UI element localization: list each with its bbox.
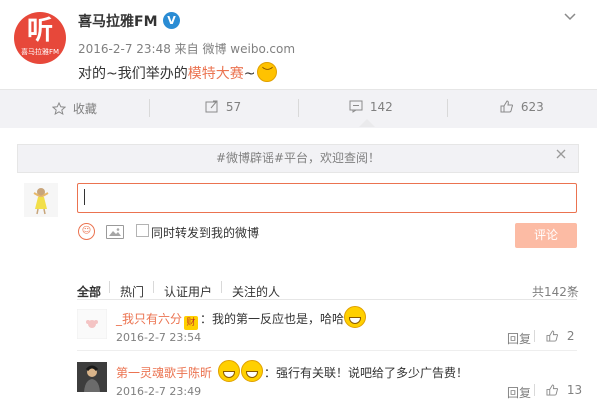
divider xyxy=(109,281,110,293)
comment-time: 2016-2-7 23:54 xyxy=(116,331,202,344)
tab-underline xyxy=(77,299,577,300)
post-text-highlight[interactable]: 模特大赛 xyxy=(188,66,244,82)
comment-text: ：强行有关联！说吧给了多少广告费！ xyxy=(264,366,469,380)
comment-body: _我只有六分财：我的第一反应也是，哈哈 xyxy=(116,306,367,330)
chevron-down-icon[interactable] xyxy=(568,286,577,292)
comment-icon xyxy=(349,100,367,114)
my-avatar[interactable] xyxy=(24,183,58,217)
star-icon xyxy=(51,101,70,116)
wealth-badge-icon: 财 xyxy=(184,316,199,330)
smile-emoji-icon: ︶ xyxy=(257,62,278,82)
close-icon[interactable] xyxy=(556,148,566,162)
laughing-emoji-icon xyxy=(344,306,367,328)
text-cursor xyxy=(84,189,85,205)
comment-like-button[interactable]: 2 xyxy=(546,329,574,343)
repost-icon xyxy=(205,100,223,114)
avatar-caption: 喜马拉雅FM xyxy=(20,48,60,56)
repost-button[interactable]: 57 xyxy=(205,100,241,114)
repost-count: 57 xyxy=(225,100,242,114)
grinning-emoji-icon xyxy=(241,360,264,382)
comment-like-button[interactable]: 13 xyxy=(546,383,582,397)
submit-comment-button[interactable]: 评论 xyxy=(515,223,577,248)
post-text-suffix: ~ xyxy=(243,66,256,82)
divider xyxy=(153,281,154,293)
tab-all[interactable]: 全部 xyxy=(77,283,101,300)
reply-link[interactable]: 回复 xyxy=(507,384,531,401)
tab-hot[interactable]: 热门 xyxy=(120,283,144,300)
divider xyxy=(447,99,448,117)
emoji-icon[interactable]: ☺ xyxy=(78,223,95,240)
divider xyxy=(298,99,299,117)
comment-count: 142 xyxy=(369,100,393,114)
comment-text: ：我的第一反应也是，哈哈 xyxy=(200,312,345,326)
like-count: 623 xyxy=(520,100,544,114)
thumbs-up-icon xyxy=(546,384,559,396)
repost-checkbox[interactable] xyxy=(136,224,149,237)
author-name[interactable]: 喜马拉雅FM xyxy=(78,11,158,31)
avatar-glyph: 听 xyxy=(26,16,53,46)
post-meta: 2016-2-7 23:48 来自 微博 weibo.com xyxy=(78,42,296,56)
comment-like-count: 13 xyxy=(566,383,583,397)
commenter-avatar[interactable] xyxy=(76,308,108,340)
comment-panel-caret xyxy=(359,119,375,127)
like-button[interactable]: 623 xyxy=(500,100,544,114)
grinning-emoji-icon xyxy=(218,360,241,382)
post-text-prefix: 对的~我们举办的 xyxy=(78,66,188,82)
comment-button[interactable]: 142 xyxy=(349,100,393,114)
repost-checkbox-label: 同时转发到我的微博 xyxy=(151,226,260,240)
commenter-name[interactable]: 第一灵魂歌手陈昕 xyxy=(116,366,212,380)
verified-icon: V xyxy=(163,12,180,29)
comment-time: 2016-2-7 23:49 xyxy=(116,385,202,398)
comment-separator xyxy=(77,350,577,351)
thumbs-up-icon xyxy=(546,330,559,342)
favorite-label: 收藏 xyxy=(72,102,97,116)
author-avatar[interactable]: 听 喜马拉雅FM xyxy=(14,12,66,64)
reply-link[interactable]: 回复 xyxy=(507,330,531,347)
post-text: 对的~我们举办的模特大赛~ ︶ xyxy=(78,62,278,83)
commenter-name[interactable]: _我只有六分 xyxy=(116,312,182,326)
divider xyxy=(149,99,150,117)
divider xyxy=(534,330,535,342)
favorite-button[interactable]: 收藏 xyxy=(51,100,97,117)
divider xyxy=(534,384,535,396)
thumbs-up-icon xyxy=(500,100,518,114)
comment-body: 第一灵魂歌手陈昕 ：强行有关联！说吧给了多少广告费！ xyxy=(116,360,468,382)
tab-verified-users[interactable]: 认证用户 xyxy=(164,283,212,300)
divider xyxy=(221,281,222,293)
comment-like-count: 2 xyxy=(566,329,575,343)
image-icon[interactable] xyxy=(106,225,124,239)
comment-input[interactable] xyxy=(77,183,577,213)
commenter-avatar[interactable] xyxy=(77,362,107,392)
rumor-notice[interactable]: #微博辟谣#平台，欢迎查阅！ xyxy=(17,144,579,173)
notice-text: #微博辟谣#平台，欢迎查阅！ xyxy=(215,151,381,165)
chevron-down-icon[interactable] xyxy=(564,10,576,24)
tab-following[interactable]: 关注的人 xyxy=(232,283,280,300)
